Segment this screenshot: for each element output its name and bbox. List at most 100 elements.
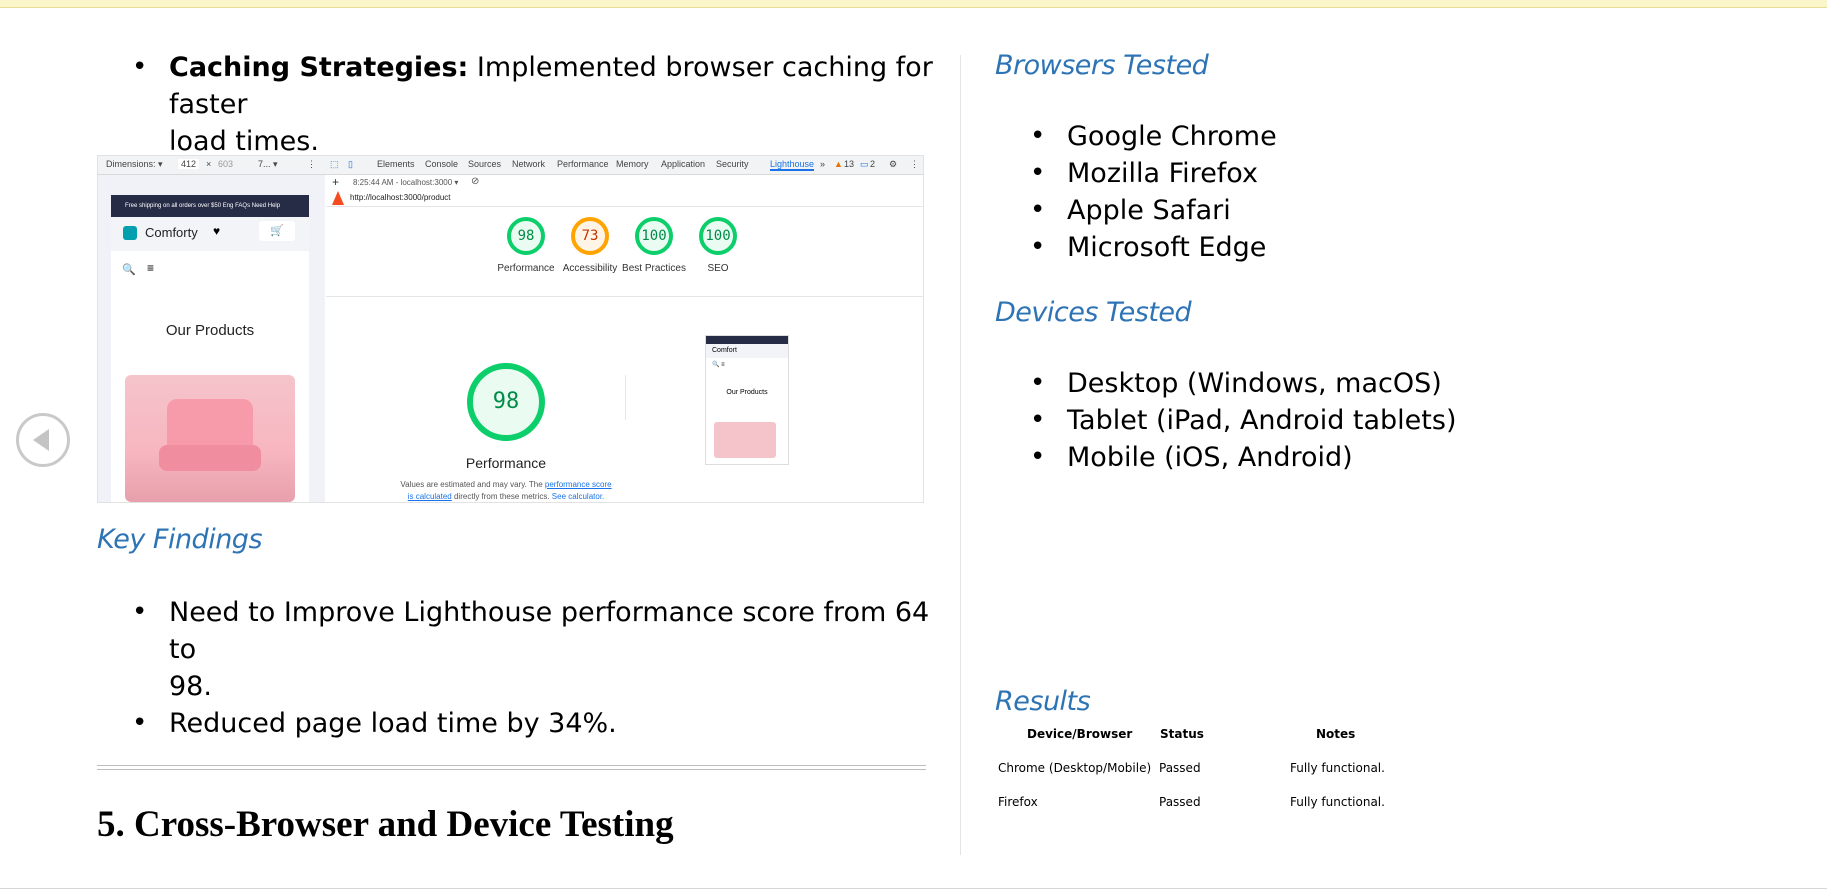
width-field[interactable]: 412: [178, 159, 200, 169]
thumb-heading: Our Products: [726, 389, 768, 396]
tab-lighthouse[interactable]: Lighthouse: [770, 159, 815, 171]
table-cell-device: Firefox: [998, 795, 1038, 809]
tab-security[interactable]: Security: [716, 159, 749, 169]
score-performance[interactable]: 98: [507, 217, 545, 255]
browser-name: Mozilla Firefox: [1067, 158, 1258, 189]
score-best-practices[interactable]: 100: [635, 217, 673, 255]
tab-network[interactable]: Network: [512, 159, 545, 169]
calculated-link[interactable]: is calculated: [408, 492, 452, 501]
list-item: Apple Safari: [995, 192, 1755, 229]
key-findings-heading: Key Findings: [97, 524, 263, 555]
score-label-best-practices: Best Practices: [622, 263, 686, 274]
caching-label: Caching Strategies:: [169, 52, 469, 83]
results-table: Device/Browser Status Notes Chrome (Desk…: [995, 727, 1425, 827]
device-icon[interactable]: ▯: [348, 159, 353, 170]
device-name: Desktop (Windows, macOS): [1067, 368, 1442, 399]
thumb-icons: 🔍 ≡: [712, 362, 725, 368]
document-page: Caching Strategies: Implemented browser …: [0, 7, 1827, 890]
thumb-product-image: [714, 422, 776, 458]
list-item: Need to Improve Lighthouse performance s…: [97, 594, 937, 705]
browser-name: Apple Safari: [1067, 195, 1231, 226]
brand-name: Comforty: [145, 225, 198, 240]
thumb-header: Comfort: [706, 344, 788, 358]
more-tabs-icon[interactable]: »: [820, 159, 825, 169]
browsers-tested-heading: Browsers Tested: [995, 50, 1209, 81]
product-image[interactable]: [125, 375, 295, 502]
score-seo[interactable]: 100: [699, 217, 737, 255]
shipping-banner: Free shipping on all orders over $50 Eng…: [111, 195, 309, 217]
section-separator: [97, 765, 926, 770]
more-icon[interactable]: ⋮: [307, 159, 316, 170]
list-item: Google Chrome: [995, 118, 1755, 155]
section-heading: 5. Cross-Browser and Device Testing: [97, 804, 674, 845]
results-heading: Results: [995, 686, 1091, 717]
caching-list: Caching Strategies: Implemented browser …: [97, 49, 937, 160]
list-item: Mobile (iOS, Android): [995, 439, 1755, 476]
message-count: 2: [870, 159, 876, 169]
note-text: Values are estimated and may vary. The: [400, 480, 545, 489]
clear-icon[interactable]: ⊘: [471, 176, 479, 187]
score-accessibility[interactable]: 73: [571, 217, 609, 255]
products-heading: Our Products: [165, 322, 255, 339]
add-icon[interactable]: +: [332, 175, 339, 189]
finding-text: Reduced page load time by 34%.: [169, 708, 617, 739]
tab-console[interactable]: Console: [425, 159, 458, 169]
previous-page-button[interactable]: [16, 413, 70, 467]
lighthouse-screenshot: Dimensions: ▾ 412 × 603 7... ▾ ⋮ ⬚ ▯ Ele…: [97, 155, 924, 503]
tab-sources[interactable]: Sources: [468, 159, 501, 169]
report-url: http://localhost:3000/product: [350, 193, 451, 202]
table-cell-status: Passed: [1159, 795, 1201, 809]
table-cell-notes: Fully functional.: [1290, 795, 1385, 809]
inspect-icon[interactable]: ⬚: [330, 159, 339, 170]
warning-icon[interactable]: ▲: [834, 159, 843, 169]
settings-icon[interactable]: ⚙: [889, 159, 897, 170]
list-item: Mozilla Firefox: [995, 155, 1755, 192]
search-icon[interactable]: 🔍: [122, 263, 136, 276]
performance-score-link[interactable]: performance score: [545, 480, 612, 489]
devices-tested-heading: Devices Tested: [995, 297, 1192, 328]
lighthouse-panel: + 8:25:44 AM - localhost:3000 ▾ ⊘ http:/…: [326, 175, 923, 502]
list-item: Desktop (Windows, macOS): [995, 365, 1755, 402]
page-bottom-border: [0, 888, 1827, 889]
hamburger-icon[interactable]: ≡: [147, 261, 154, 275]
gauge-divider: [625, 375, 626, 420]
thumb-banner: [706, 336, 788, 344]
device-name: Tablet (iPad, Android tablets): [1067, 405, 1457, 436]
page-thumbnail[interactable]: Comfort 🔍 ≡ Our Products: [705, 335, 789, 465]
url-divider: [326, 206, 923, 207]
table-cell-notes: Fully functional.: [1290, 761, 1385, 775]
logo-icon: [123, 226, 137, 240]
cart-icon[interactable]: 🛒: [259, 221, 295, 241]
tab-performance[interactable]: Performance: [557, 159, 609, 169]
list-item: Tablet (iPad, Android tablets): [995, 402, 1755, 439]
browser-name: Microsoft Edge: [1067, 232, 1267, 263]
performance-note: Values are estimated and may vary. The p…: [396, 479, 616, 502]
list-item: Caching Strategies: Implemented browser …: [97, 49, 937, 160]
menu-icon[interactable]: ⋮: [910, 159, 919, 170]
heart-icon[interactable]: ♥: [213, 224, 220, 238]
chair-seat: [159, 445, 261, 471]
warning-count: 13: [844, 159, 855, 169]
dimensions-select[interactable]: Dimensions: ▾: [106, 159, 163, 170]
tab-memory[interactable]: Memory: [616, 159, 649, 169]
tab-elements[interactable]: Elements: [377, 159, 415, 169]
browsers-list: Google Chrome Mozilla Firefox Apple Safa…: [995, 118, 1755, 266]
score-label-seo: SEO: [707, 263, 729, 274]
table-header-status: Status: [1160, 727, 1204, 741]
report-timestamp[interactable]: 8:25:44 AM - localhost:3000 ▾: [353, 178, 458, 187]
finding-text: Need to Improve Lighthouse performance s…: [169, 597, 930, 665]
findings-list: Need to Improve Lighthouse performance s…: [97, 594, 937, 742]
big-performance-gauge: 98: [467, 363, 545, 441]
column-divider: [960, 55, 961, 855]
zoom-select[interactable]: 7... ▾: [258, 159, 278, 170]
score-label-performance: Performance: [497, 263, 555, 274]
tab-application[interactable]: Application: [661, 159, 705, 169]
lighthouse-icon: [332, 191, 344, 205]
finding-text-cont: 98.: [169, 671, 212, 702]
message-icon[interactable]: ▭: [860, 159, 869, 170]
table-cell-device: Chrome (Desktop/Mobile): [998, 761, 1152, 775]
height-field[interactable]: 603: [218, 159, 233, 169]
summary-divider: [326, 296, 923, 297]
calculator-link[interactable]: See calculator.: [552, 492, 604, 501]
devices-list: Desktop (Windows, macOS) Tablet (iPad, A…: [995, 365, 1755, 476]
